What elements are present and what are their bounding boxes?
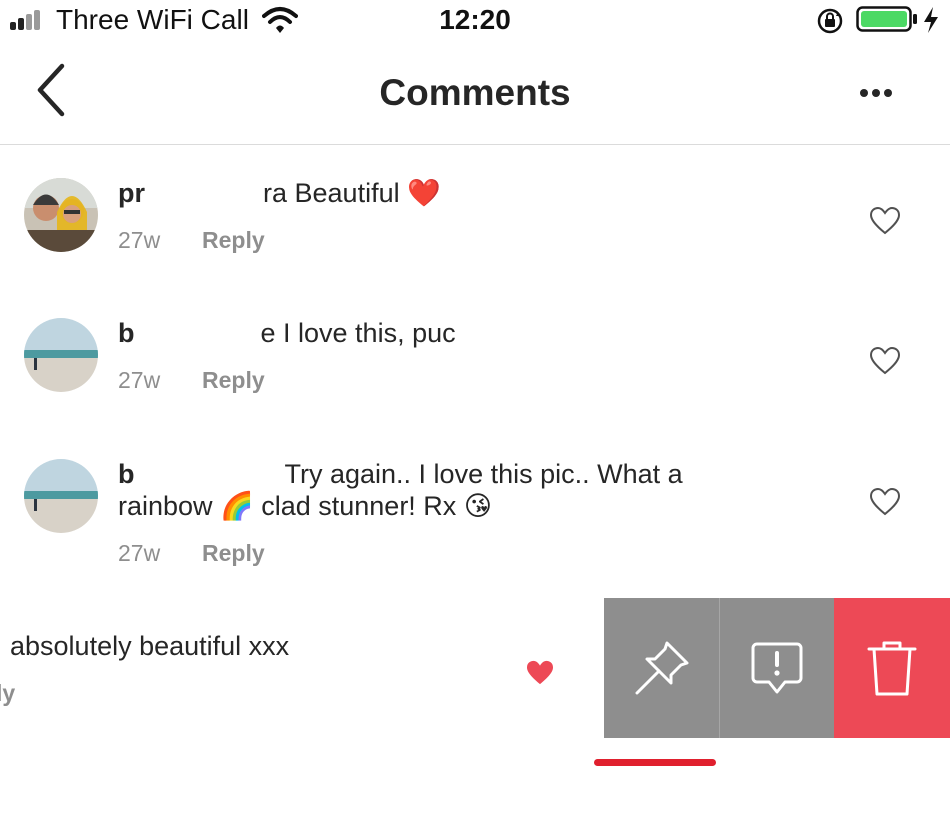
avatar[interactable] xyxy=(24,318,98,392)
reply-button[interactable]: Reply xyxy=(202,367,265,393)
clock: 12:20 xyxy=(439,4,511,35)
comment-body: pr ra Beautiful ❤️ xyxy=(118,177,441,209)
comment-timestamp: 27w xyxy=(118,227,161,253)
comment-timestamp: 27w xyxy=(118,540,161,566)
reply-button[interactable]: ly xyxy=(0,680,15,707)
reply-button[interactable]: Reply xyxy=(202,540,265,566)
pin-icon xyxy=(635,641,688,695)
swiped-comment-text: absolutely beautiful xxx xyxy=(10,631,290,661)
page-title: Comments xyxy=(379,72,571,113)
comment-username[interactable]: b xyxy=(118,459,135,489)
delete-comment-button[interactable] xyxy=(834,598,950,738)
avatar[interactable] xyxy=(24,178,98,252)
heart-emoji: ❤️ xyxy=(407,178,441,208)
comment-body: b Try again.. I love this pic.. What a ra… xyxy=(118,458,758,522)
avatar[interactable] xyxy=(24,459,98,533)
kiss-emoji: 😘 xyxy=(463,491,492,521)
like-heart-icon[interactable] xyxy=(870,207,900,235)
like-heart-icon[interactable] xyxy=(870,488,900,516)
like-heart-icon[interactable] xyxy=(870,347,900,375)
rotation-lock-icon xyxy=(817,8,843,34)
pin-comment-button[interactable] xyxy=(604,598,719,738)
comment-item: b e I love this, puc 27w Reply xyxy=(0,310,950,420)
comment-text: e I love this, puc xyxy=(260,318,456,348)
status-bar: Three WiFi Call 12:20 xyxy=(0,0,950,42)
nav-bar: Comments xyxy=(0,42,950,145)
report-icon xyxy=(751,642,803,694)
comment-item: pr ra Beautiful ❤️ 27w Reply xyxy=(0,170,950,280)
comment-action-tray xyxy=(604,598,950,738)
liked-heart-icon[interactable] xyxy=(526,660,554,686)
swipe-indicator xyxy=(594,759,716,766)
battery-icon xyxy=(856,6,917,32)
comment-text-line2-end: clad stunner! Rx xyxy=(261,491,457,521)
more-options-button[interactable] xyxy=(848,78,904,108)
comment-meta: 27w Reply xyxy=(118,540,265,567)
comment-text-line2: rainbow xyxy=(118,491,213,521)
comment-text: ra Beautiful xyxy=(263,178,400,208)
trash-icon xyxy=(867,641,917,696)
report-comment-button[interactable] xyxy=(719,598,834,738)
charging-icon xyxy=(924,7,938,33)
comment-item: b Try again.. I love this pic.. What a ra… xyxy=(0,451,950,581)
comment-text: Try again.. I love this pic.. What a xyxy=(284,459,683,489)
comment-username[interactable]: b xyxy=(118,318,135,348)
comment-meta: 27w Reply xyxy=(118,367,265,394)
comment-meta: 27w Reply xyxy=(118,227,265,254)
comment-body: b e I love this, puc xyxy=(118,317,456,349)
comment-timestamp: 27w xyxy=(118,367,161,393)
rainbow-emoji: 🌈 xyxy=(220,491,254,521)
reply-button[interactable]: Reply xyxy=(202,227,265,253)
comment-username[interactable]: pr xyxy=(118,178,145,208)
